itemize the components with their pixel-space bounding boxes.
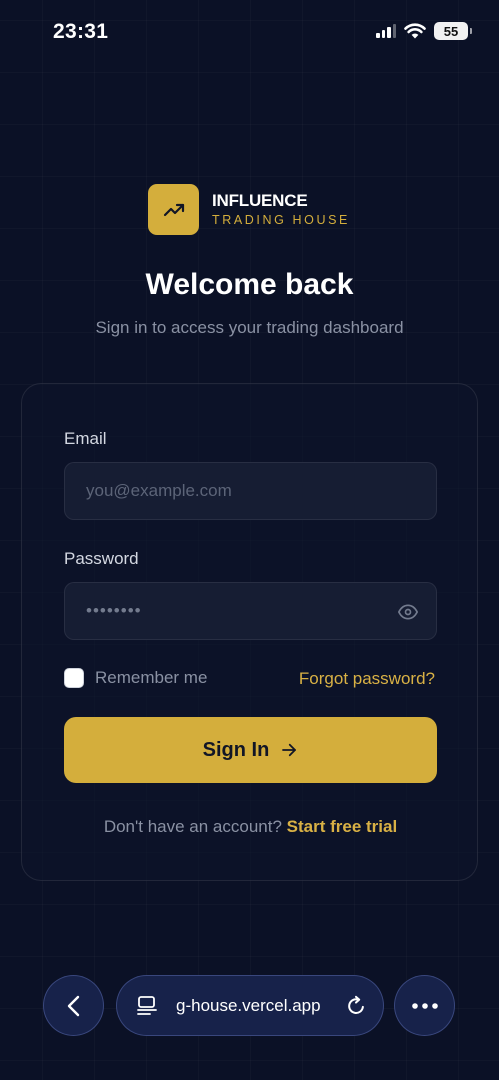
brand-subtitle: TRADING HOUSE (212, 213, 350, 227)
forgot-password-link[interactable]: Forgot password? (299, 669, 435, 689)
battery-icon: 55 (434, 22, 472, 40)
battery-level: 55 (443, 23, 459, 39)
signup-prompt: Don't have an account? Start free trial (22, 817, 479, 837)
page-subtitle: Sign in to access your trading dashboard (95, 318, 404, 337)
password-dots: •••••••• (86, 601, 142, 620)
email-label: Email (64, 429, 107, 448)
status-icons: 55 (376, 22, 472, 40)
reload-icon[interactable] (345, 995, 367, 1017)
brand-text: INFLUENCE TRADING HOUSE (212, 191, 350, 228)
brand-logo (148, 184, 199, 235)
trending-up-icon (163, 203, 184, 216)
status-bar: 23:31 55 (0, 0, 499, 66)
password-label: Password (64, 549, 139, 568)
more-button[interactable] (394, 975, 455, 1036)
more-icon (411, 1002, 438, 1009)
back-button[interactable] (43, 975, 104, 1036)
wifi-icon (404, 23, 426, 39)
url-bar[interactable]: g-house.vercel.app (116, 975, 384, 1036)
sign-in-card: Email you@example.com Password •••••••• … (21, 383, 478, 881)
page-title: Welcome back (145, 268, 354, 301)
url-text: g-house.vercel.app (176, 996, 321, 1015)
status-time: 23:31 (53, 20, 109, 43)
signup-text: Don't have an account? (103, 817, 282, 836)
back-chevron-icon (67, 995, 79, 1016)
remember-label: Remember me (95, 668, 208, 687)
remember-checkbox[interactable] (64, 668, 84, 688)
cellular-signal-icon (376, 24, 396, 38)
sign-in-label: Sign In (202, 738, 270, 761)
eye-icon[interactable] (398, 602, 418, 622)
sign-in-screen: 23:31 55 INFLUENCE TRADING HOUSE Welcome… (0, 0, 499, 1080)
sign-in-button[interactable]: Sign In (64, 717, 437, 783)
brand: INFLUENCE TRADING HOUSE (148, 184, 350, 235)
browser-toolbar: g-house.vercel.app (0, 970, 499, 1040)
arrow-right-icon (282, 743, 297, 757)
password-field[interactable]: •••••••• (64, 582, 437, 640)
page-menu-icon[interactable] (136, 995, 158, 1017)
remember-me[interactable]: Remember me (64, 668, 207, 688)
start-trial-link[interactable]: Start free trial (287, 817, 398, 836)
email-placeholder: you@example.com (86, 481, 232, 500)
email-field[interactable]: you@example.com (64, 462, 437, 520)
brand-name: INFLUENCE (212, 191, 308, 210)
